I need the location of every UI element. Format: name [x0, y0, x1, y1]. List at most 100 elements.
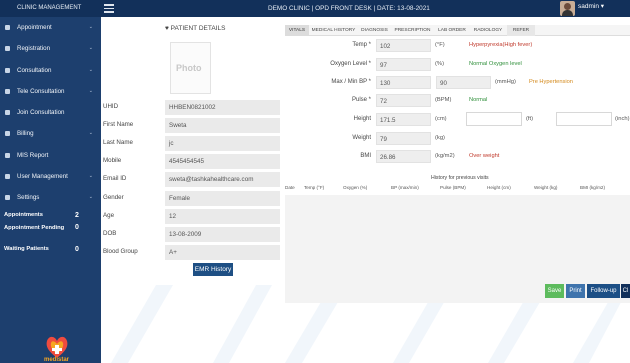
pulse-unit: (BPM) [435, 97, 452, 103]
column-header-temp: Temp (°F) [304, 185, 325, 190]
oxygen-input[interactable]: 97 [376, 58, 431, 71]
column-header-bp: BP (max/min) [391, 185, 419, 190]
temp-input[interactable]: 102 [376, 39, 431, 52]
history-table-header: Date Temp (°F) Oxygen (%) BP (max/min) P… [285, 183, 630, 193]
chevron-down-icon: ⌄ [88, 194, 93, 201]
field-value: Female [165, 191, 280, 206]
photo-label: Photo [176, 63, 202, 73]
column-header-weight: Weight (kg) [534, 185, 558, 190]
sidebar-item-registration[interactable]: Registration ⌄ [0, 38, 101, 59]
sidebar-item-settings[interactable]: Settings ⌄ [0, 187, 101, 208]
phone-icon [5, 88, 10, 94]
field-value: HHBEN0821002 [165, 100, 280, 115]
height-ft-input[interactable] [466, 112, 522, 126]
temp-status: Hyperpyrexia(High fever) [469, 42, 533, 48]
field-value: A+ [165, 245, 280, 260]
column-header-pulse: Pulse (BPM) [440, 185, 466, 190]
sidebar-item-label: Join Consultation [17, 109, 65, 117]
emr-history-button[interactable]: EMR History [193, 263, 233, 276]
tab-refer[interactable]: REFER [507, 25, 535, 36]
heart-icon: ♥ [165, 25, 169, 32]
follow-up-button[interactable]: Follow-up [587, 284, 620, 298]
user-icon [5, 46, 10, 52]
pulse-label: Pulse * [351, 97, 371, 103]
sidebar-item-label: Consultation [17, 66, 52, 74]
user-name: sadmin [578, 3, 599, 10]
patient-field-email: Email ID sweta@tashkahealthcare.com [103, 172, 280, 187]
chevron-down-icon: ⌄ [88, 87, 93, 94]
bmi-status: Over weight [469, 153, 500, 159]
waiting-patients-stat[interactable]: Waiting Patients 0 [0, 243, 101, 256]
sidebar-item-mis-report[interactable]: MIS Report [0, 145, 101, 166]
field-label: First Name [103, 121, 134, 128]
pulse-input[interactable]: 72 [376, 94, 431, 107]
stat-label: Appointments [4, 211, 43, 218]
appointment-pending-stat[interactable]: Appointment Pending 0 [0, 222, 101, 243]
bmi-output: 26.86 [376, 150, 431, 163]
patient-field-last-name: Last Name jc [103, 136, 280, 151]
history-title: History for previous visits [431, 175, 489, 181]
bp-max-input[interactable]: 130 [376, 76, 431, 89]
tab-prescription[interactable]: PRESCRIPTION [393, 25, 432, 36]
column-header-date: Date [285, 185, 295, 190]
print-button[interactable]: Print [566, 284, 585, 298]
oxygen-unit: (%) [435, 61, 445, 67]
patient-field-first-name: First Name Sweta [103, 118, 280, 133]
sidebar-item-label: MIS Report [17, 151, 49, 159]
sidebar-item-consultation[interactable]: Consultation ⌄ [0, 60, 101, 81]
chevron-down-icon: ⌄ [88, 173, 93, 180]
sidebar-navigation: Appointment ⌄ Registration ⌄ Consultation ⌄… [0, 17, 101, 363]
sidebar-item-label: Appointment [17, 24, 52, 31]
group-icon [5, 110, 10, 116]
user-avatar[interactable] [560, 1, 575, 16]
sidebar-item-label: Tele Consultation [17, 87, 65, 95]
column-header-bmi: BMI (kg/m2) [580, 185, 606, 190]
height-label: Height [353, 116, 371, 122]
appointments-stat[interactable]: Appointments 2 [0, 209, 101, 222]
tab-lab-order[interactable]: LAB ORDER [436, 25, 468, 36]
sidebar-item-join-consultation[interactable]: Join Consultation [0, 102, 101, 123]
hamburger-menu-icon[interactable] [104, 4, 114, 13]
user-menu[interactable]: sadmin ▾ [578, 0, 604, 17]
height-cm-unit: (cm) [435, 116, 447, 122]
temp-unit: (°F) [435, 42, 445, 48]
field-label: Blood Group [103, 248, 138, 255]
field-label: Last Name [103, 139, 133, 146]
save-button[interactable]: Save [545, 284, 564, 298]
patient-field-age: Age 12 [103, 209, 280, 224]
users-icon [5, 174, 10, 180]
calendar-icon [5, 25, 10, 30]
sidebar-item-billing[interactable]: Billing ⌄ [0, 123, 101, 144]
bp-min-input[interactable]: 90 [436, 76, 491, 89]
column-header-oxygen: Oxygen (%) [343, 185, 368, 190]
height-ft-unit: (ft) [526, 116, 534, 122]
patient-details-heading: PATIENT DETAILS [170, 25, 226, 32]
settings-icon [5, 195, 10, 201]
chevron-down-icon: ⌄ [88, 45, 93, 52]
patient-field-blood-group: Blood Group A+ [103, 245, 280, 260]
height-inch-input[interactable] [556, 112, 612, 126]
weight-input[interactable]: 79 [376, 132, 431, 145]
sidebar-item-user-management[interactable]: User Management ⌄ [0, 166, 101, 187]
stat-label: Appointment Pending [4, 224, 65, 231]
tab-medical-history[interactable]: MEDICAL HISTORY [310, 25, 357, 36]
stat-label: Waiting Patients [4, 245, 49, 252]
weight-unit: (kg) [435, 135, 445, 141]
bmi-label: BMI [360, 153, 371, 159]
brand-logo-text: medistar [44, 357, 70, 363]
field-label: Gender [103, 194, 124, 201]
field-label: UHID [103, 103, 119, 110]
field-label: DOB [103, 230, 117, 237]
top-navigation-bar: CLINIC MANAGEMENT SYSTEM DEMO CLINIC | O… [0, 0, 630, 28]
height-cm-input[interactable]: 171.5 [376, 113, 431, 126]
field-value: 13-08-2009 [165, 227, 280, 242]
close-button[interactable]: Cl [621, 284, 630, 298]
chevron-down-icon: ⌄ [88, 24, 93, 30]
sidebar-item-tele-consultation[interactable]: Tele Consultation ⌄ [0, 81, 101, 102]
patient-photo-placeholder: Photo [170, 42, 211, 94]
bp-unit: (mmHg) [495, 79, 516, 85]
tab-diagnosis[interactable]: DIAGNOSIS [359, 25, 390, 36]
sidebar-item-appointment[interactable]: Appointment ⌄ [0, 17, 101, 38]
tab-radiology[interactable]: RADIOLOGY [472, 25, 504, 36]
tab-vitals[interactable]: VITALS [285, 25, 309, 36]
